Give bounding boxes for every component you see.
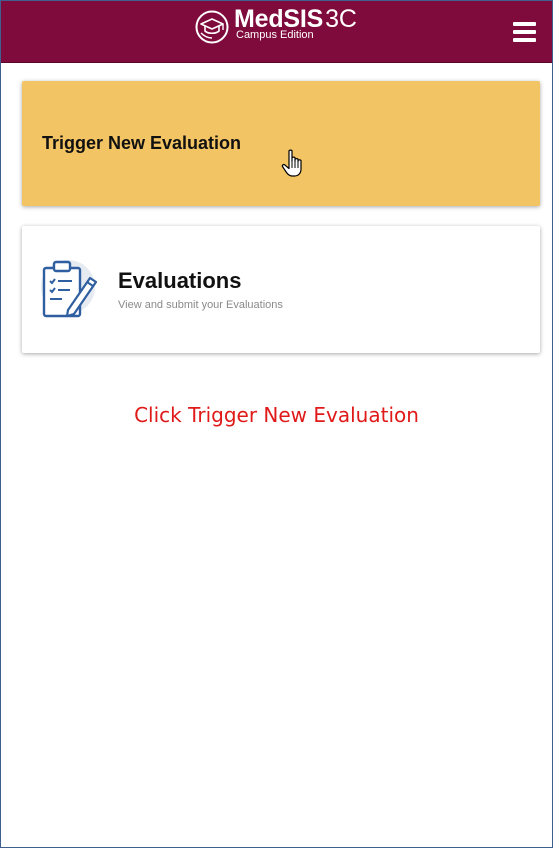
brand[interactable]: MedSIS3C Campus Edition (195, 7, 357, 47)
hand-pointer-cursor-icon (281, 149, 302, 177)
app-frame: MedSIS3C Campus Edition Trigger New Eval… (0, 0, 553, 848)
app-header: MedSIS3C Campus Edition (1, 1, 552, 63)
graduation-cap-logo-icon (195, 10, 229, 44)
hamburger-menu-icon[interactable] (513, 22, 536, 42)
instruction-text: Click Trigger New Evaluation (134, 403, 419, 427)
evaluations-card[interactable]: Evaluations View and submit your Evaluat… (22, 226, 540, 353)
clipboard-checklist-pencil-icon (41, 260, 98, 318)
trigger-new-evaluation-label: Trigger New Evaluation (42, 133, 242, 153)
brand-version: 3C (325, 5, 357, 33)
evaluations-subtitle: View and submit your Evaluations (118, 299, 283, 311)
trigger-new-evaluation-button[interactable]: Trigger New Evaluation (22, 81, 540, 206)
evaluations-title: Evaluations (118, 268, 242, 293)
